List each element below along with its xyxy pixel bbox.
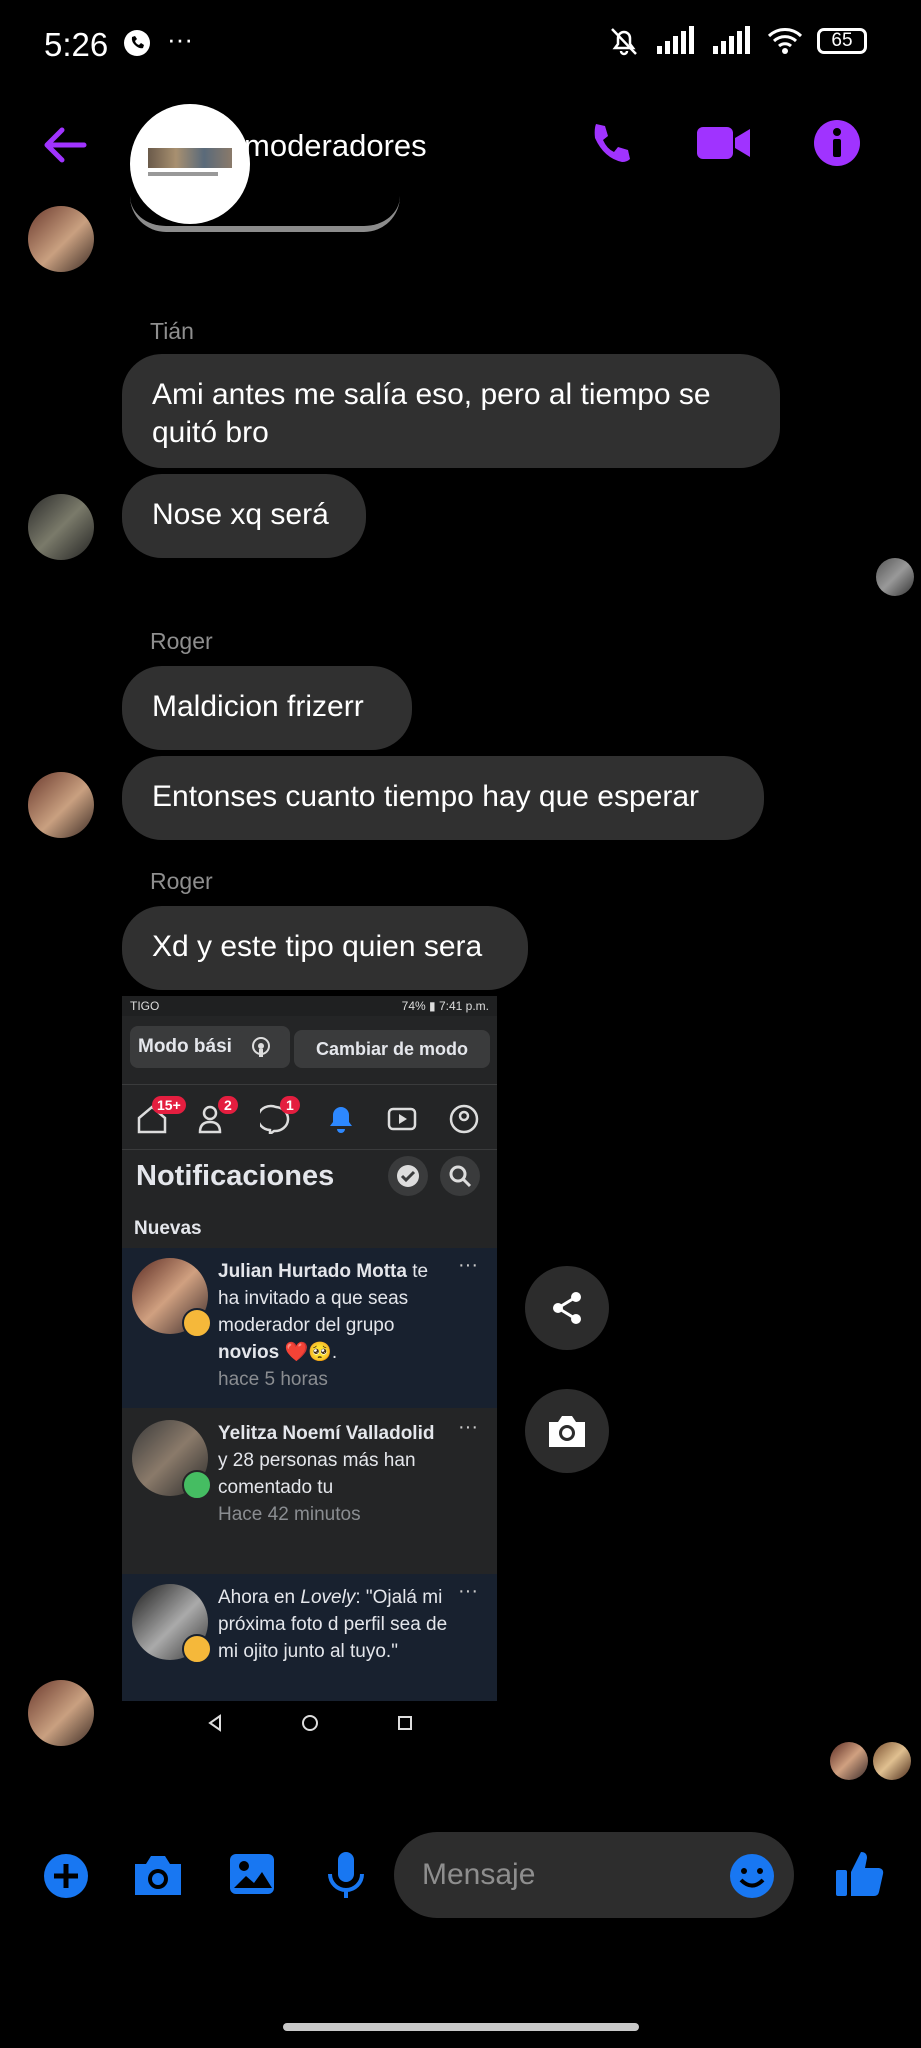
read-receipt-avatar <box>876 558 914 596</box>
shared-screenshot-image[interactable]: TIGO 74% ▮ 7:41 p.m. Modo bási Cambiar d… <box>122 996 497 1701</box>
thumbs-up-icon <box>836 1852 884 1896</box>
camera-button[interactable] <box>132 1852 184 1903</box>
sender-name: Roger <box>150 868 213 894</box>
avatar[interactable] <box>28 206 94 272</box>
notification-prefix: Ahora en <box>218 1587 296 1608</box>
back-button[interactable] <box>40 120 90 175</box>
battery-time-label: 74% ▮ 7:41 p.m. <box>401 999 489 1013</box>
nav-recents-icon <box>398 1716 412 1730</box>
status-icons: 65 <box>607 24 867 58</box>
section-label: Nuevas <box>134 1218 202 1239</box>
message-bubble[interactable]: Ami antes me salía eso, pero al tiempo s… <box>122 354 780 468</box>
messenger-badge: 1 <box>280 1096 300 1114</box>
more-icon: ··· <box>458 1254 478 1276</box>
switch-mode-button: Cambiar de modo <box>294 1030 490 1068</box>
info-icon[interactable] <box>812 118 862 173</box>
wifi-icon <box>767 28 803 54</box>
chat-title[interactable]: moderadores <box>244 128 427 164</box>
notifier-name: Julian Hurtado Motta <box>218 1261 407 1282</box>
notification-text: y 28 personas más han comentado tu <box>218 1450 416 1498</box>
microphone-icon <box>328 1852 364 1898</box>
read-receipt-avatar <box>873 1742 911 1780</box>
phone-icon[interactable] <box>586 118 636 173</box>
group-name: Lovely <box>300 1587 356 1608</box>
image-icon <box>230 1854 274 1894</box>
bell-icon <box>330 1107 352 1133</box>
video-call-icon[interactable] <box>695 118 753 173</box>
home-badge: 15+ <box>152 1096 186 1114</box>
carrier-label: TIGO <box>130 999 160 1013</box>
sender-name: Roger <box>150 628 213 654</box>
signal-icon-2 <box>713 26 750 54</box>
gallery-button[interactable] <box>228 1850 276 1903</box>
home-indicator <box>283 2023 639 2031</box>
watch-icon <box>387 1107 417 1131</box>
voice-button[interactable] <box>326 1850 366 1905</box>
notification-emoji: ❤️🥺. <box>284 1342 338 1363</box>
avatar[interactable] <box>28 772 94 838</box>
more-notifications-icon: ··· <box>167 24 193 54</box>
camera-icon <box>135 1856 181 1895</box>
smiley-icon <box>730 1854 774 1898</box>
more-icon: ··· <box>458 1416 478 1438</box>
like-button[interactable] <box>834 1848 886 1905</box>
whatsapp-icon <box>122 28 152 63</box>
add-button[interactable] <box>42 1852 90 1905</box>
message-placeholder: Mensaje <box>422 1858 536 1891</box>
battery-icon: 65 <box>817 28 867 54</box>
notifications-title: Notificaciones <box>136 1160 335 1192</box>
mode-label: Modo bási <box>138 1036 232 1057</box>
previous-sticker <box>130 196 400 232</box>
share-button[interactable] <box>525 1266 609 1350</box>
notification-item: Yelitza Noemí Valladolid y 28 personas m… <box>122 1410 497 1570</box>
groups-icon <box>449 1104 479 1134</box>
share-icon <box>553 1292 581 1324</box>
avatar[interactable] <box>28 494 94 560</box>
notifier-name: Yelitza Noemí Valladolid <box>218 1423 435 1444</box>
check-icon <box>388 1156 428 1196</box>
podcast-icon <box>238 1030 284 1064</box>
read-receipt-avatar <box>830 1742 868 1780</box>
mute-bell-icon <box>611 28 637 56</box>
nav-home-icon <box>302 1715 318 1731</box>
signal-icon <box>657 26 694 54</box>
message-bubble[interactable]: Entonses cuanto tiempo hay que esperar <box>122 756 764 840</box>
message-bubble[interactable]: Maldicion frizerr <box>122 666 412 750</box>
notification-item: Ahora en Lovely: "Ojalá mi próxima foto … <box>122 1574 497 1701</box>
camera-icon <box>549 1416 585 1447</box>
avatar[interactable] <box>28 1680 94 1746</box>
notification-item: Julian Hurtado Motta te ha invitado a qu… <box>122 1248 497 1408</box>
nav-back-icon <box>208 1714 221 1732</box>
message-bubble[interactable]: Nose xq será <box>122 474 366 558</box>
save-image-button[interactable] <box>525 1389 609 1473</box>
sender-name: Tián <box>150 318 194 344</box>
group-name: novios <box>218 1342 280 1363</box>
notification-time: Hace 42 minutos <box>218 1504 361 1525</box>
search-icon <box>440 1156 480 1196</box>
plus-icon <box>44 1854 88 1898</box>
more-icon: ··· <box>458 1580 478 1602</box>
friends-badge: 2 <box>218 1096 238 1114</box>
notification-time: hace 5 horas <box>218 1369 328 1390</box>
message-bubble[interactable]: Xd y este tipo quien sera <box>122 906 528 990</box>
status-time: 5:26 <box>44 26 109 63</box>
emoji-button[interactable] <box>728 1852 776 1905</box>
screenshot-status-bar: TIGO 74% ▮ 7:41 p.m. <box>122 996 497 1016</box>
